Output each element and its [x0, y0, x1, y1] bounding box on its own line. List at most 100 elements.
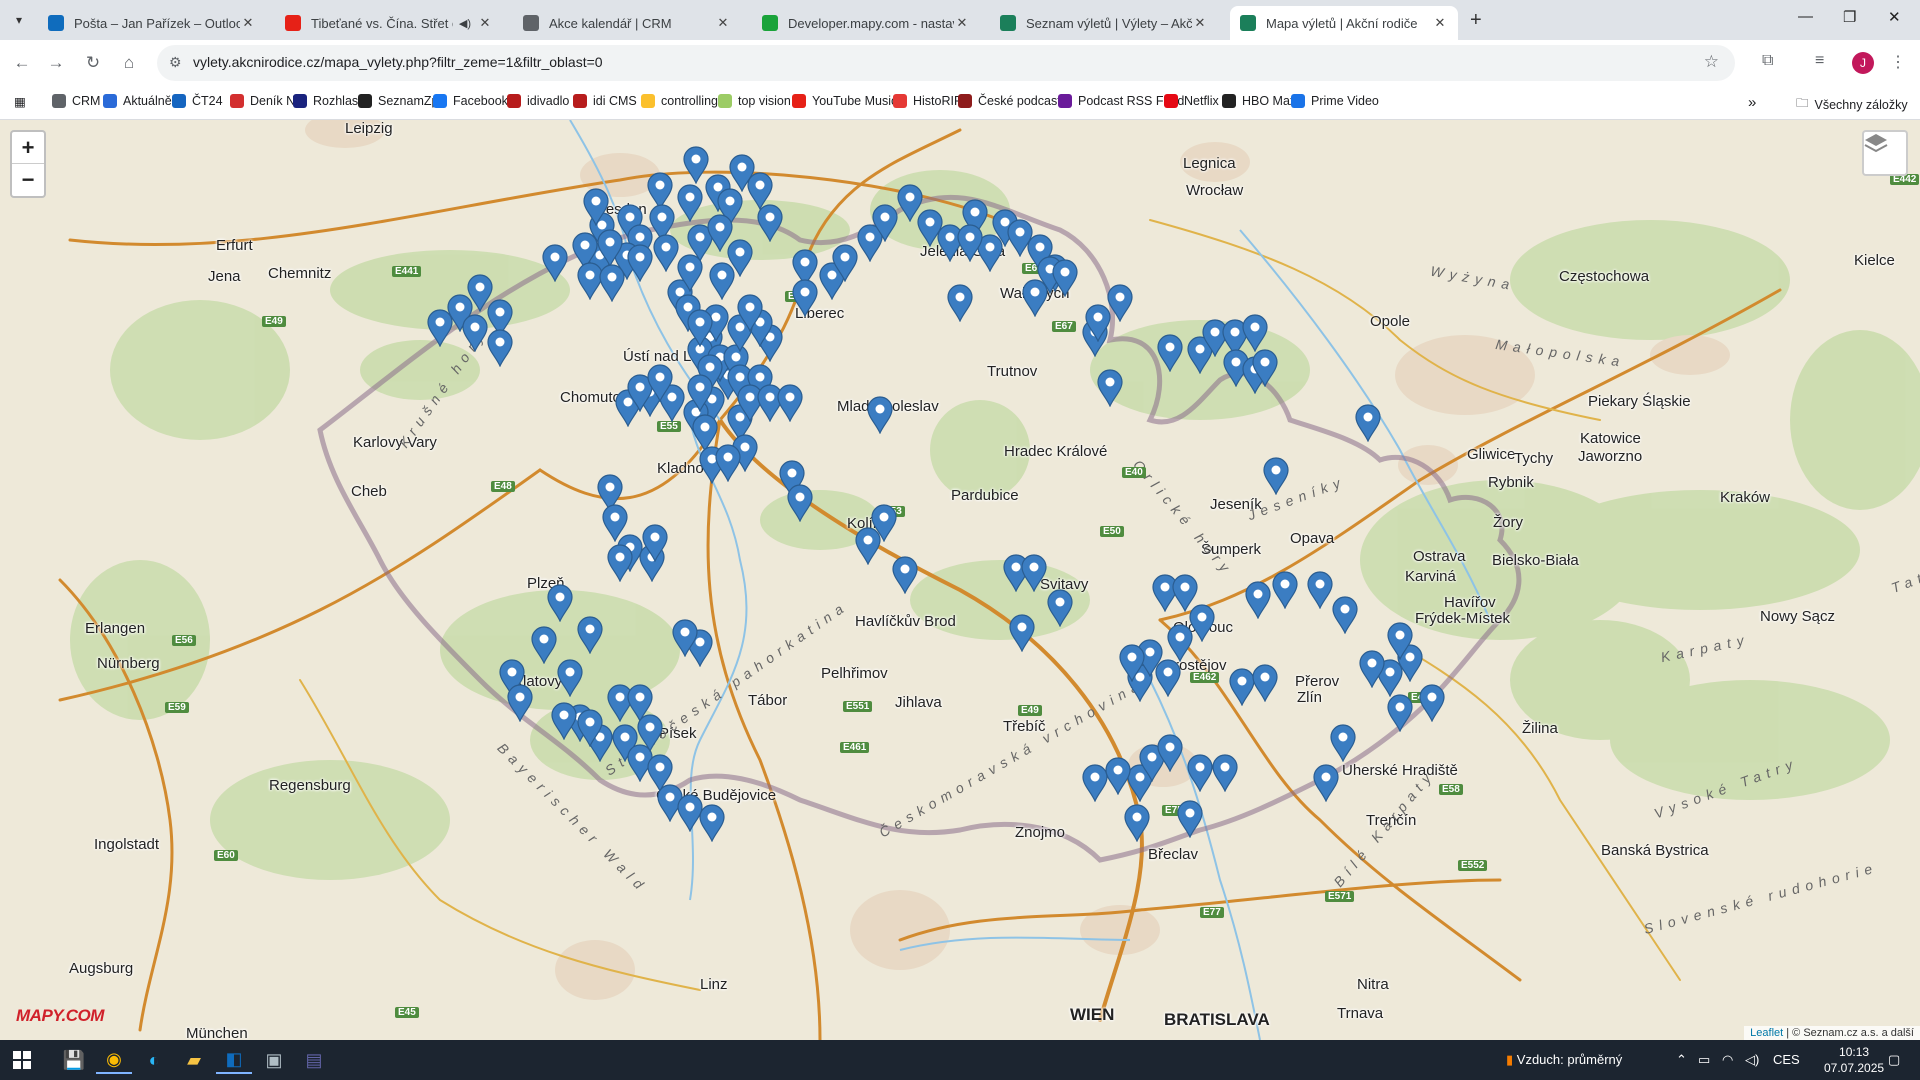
bookmark-item[interactable]: Rozhlas — [293, 94, 358, 108]
trip-marker-pin-icon[interactable] — [627, 244, 653, 282]
trip-marker-pin-icon[interactable] — [709, 262, 735, 300]
trip-marker-pin-icon[interactable] — [487, 329, 513, 367]
close-tab-icon[interactable]: ✕ — [954, 15, 970, 31]
bookmark-item[interactable]: SeznamZp — [358, 94, 438, 108]
bookmark-item[interactable]: top vision — [718, 94, 791, 108]
trip-marker-pin-icon[interactable] — [687, 374, 713, 412]
taskbar-app-button[interactable]: ▣ — [256, 1046, 292, 1074]
trip-marker-pin-icon[interactable] — [1332, 596, 1358, 634]
browser-tab[interactable]: Seznam výletů | Výlety – Akční ✕ — [990, 6, 1218, 40]
trip-marker-pin-icon[interactable] — [792, 279, 818, 317]
trip-marker-pin-icon[interactable] — [1167, 624, 1193, 662]
bookmark-item[interactable]: YouTube Music — [792, 94, 897, 108]
taskbar-app-button[interactable]: ◐ — [136, 1046, 172, 1074]
trip-marker-pin-icon[interactable] — [607, 544, 633, 582]
trip-marker-pin-icon[interactable] — [599, 264, 625, 302]
wifi-icon[interactable]: ◠ — [1722, 1052, 1733, 1068]
volume-icon[interactable]: ◁) — [1745, 1052, 1759, 1068]
clock[interactable]: 10:13 07.07.2025 — [1824, 1044, 1884, 1076]
close-tab-icon[interactable]: ✕ — [1192, 15, 1208, 31]
language-indicator[interactable]: CES — [1773, 1052, 1800, 1067]
trip-marker-pin-icon[interactable] — [637, 714, 663, 752]
zoom-out-button[interactable]: − — [12, 164, 44, 195]
bookmark-item[interactable]: Deník N — [230, 94, 295, 108]
trip-marker-pin-icon[interactable] — [957, 224, 983, 262]
trip-marker-pin-icon[interactable] — [787, 484, 813, 522]
home-button[interactable]: ⌂ — [117, 51, 141, 75]
notifications-icon[interactable]: ▢ — [1888, 1052, 1900, 1068]
media-controls-icon[interactable]: ≡ — [1815, 52, 1824, 70]
trip-marker-pin-icon[interactable] — [715, 444, 741, 482]
taskbar-app-button[interactable]: ◉ — [96, 1046, 132, 1074]
taskbar-app-button[interactable]: ▤ — [296, 1046, 332, 1074]
browser-tab[interactable]: Pošta – Jan Pařízek – Outlook ✕ — [38, 6, 266, 40]
bookmark-item[interactable]: Facebook — [433, 94, 508, 108]
bookmark-item[interactable]: HBO Max — [1222, 94, 1296, 108]
trip-marker-pin-icon[interactable] — [737, 294, 763, 332]
back-button[interactable]: ← — [10, 51, 34, 75]
trip-marker-pin-icon[interactable] — [1242, 314, 1268, 352]
trip-marker-pin-icon[interactable] — [1119, 644, 1145, 682]
trip-marker-pin-icon[interactable] — [1387, 622, 1413, 660]
taskbar-app-button[interactable]: ▰ — [176, 1046, 212, 1074]
start-button[interactable] — [4, 1046, 40, 1074]
trip-marker-pin-icon[interactable] — [551, 702, 577, 740]
layers-button[interactable] — [1862, 130, 1908, 176]
trip-marker-pin-icon[interactable] — [677, 254, 703, 292]
minimize-button[interactable]: — — [1798, 8, 1813, 25]
trip-marker-pin-icon[interactable] — [1021, 554, 1047, 592]
bookmark-item[interactable]: idi CMS — [573, 94, 637, 108]
trip-marker-pin-icon[interactable] — [1419, 684, 1445, 722]
trip-marker-pin-icon[interactable] — [1355, 404, 1381, 442]
bookmark-star-icon[interactable]: ☆ — [1704, 52, 1719, 72]
url-text[interactable]: vylety.akcnirodice.cz/mapa_vylety.php?fi… — [193, 54, 603, 70]
restore-button[interactable]: ❐ — [1843, 8, 1856, 26]
trip-marker-pin-icon[interactable] — [1124, 804, 1150, 842]
trip-marker-pin-icon[interactable] — [507, 684, 533, 722]
browser-tab[interactable]: Mapa výletů | Akční rodiče ✕ — [1230, 6, 1458, 40]
new-tab-button[interactable]: + — [1470, 9, 1482, 32]
bookmark-item[interactable]: HistoRIP — [893, 94, 962, 108]
tray-chevron-icon[interactable]: ⌃ — [1676, 1052, 1687, 1068]
reload-button[interactable]: ↻ — [81, 51, 105, 75]
trip-marker-pin-icon[interactable] — [1052, 259, 1078, 297]
trip-marker-pin-icon[interactable] — [557, 659, 583, 697]
weather-widget[interactable]: ▮ Vzduch: průměrný — [1506, 1052, 1622, 1068]
site-info-icon[interactable]: ⚙ — [169, 54, 182, 71]
taskbar-app-button[interactable]: 💾 — [56, 1046, 92, 1074]
profile-avatar[interactable]: J — [1852, 52, 1874, 74]
more-bookmarks-chevron-icon[interactable]: » — [1748, 94, 1756, 111]
speaker-icon[interactable]: ◀) — [459, 17, 471, 30]
trip-marker-pin-icon[interactable] — [1359, 650, 1385, 688]
bookmark-item[interactable]: ČT24 — [172, 94, 223, 108]
trip-marker-pin-icon[interactable] — [1307, 571, 1333, 609]
trip-marker-pin-icon[interactable] — [699, 804, 725, 842]
forward-button[interactable]: → — [44, 51, 68, 75]
trip-marker-pin-icon[interactable] — [1107, 284, 1133, 322]
close-tab-icon[interactable]: ✕ — [1432, 15, 1448, 31]
trip-marker-pin-icon[interactable] — [947, 284, 973, 322]
trip-marker-pin-icon[interactable] — [757, 204, 783, 242]
trip-marker-pin-icon[interactable] — [1157, 734, 1183, 772]
trip-marker-pin-icon[interactable] — [577, 709, 603, 747]
trip-marker-pin-icon[interactable] — [1313, 764, 1339, 802]
trip-marker-pin-icon[interactable] — [1212, 754, 1238, 792]
battery-icon[interactable]: ▭ — [1698, 1052, 1710, 1068]
trip-marker-pin-icon[interactable] — [1252, 664, 1278, 702]
tab-search-button[interactable]: ▾ — [8, 9, 30, 31]
close-tab-icon[interactable]: ✕ — [240, 15, 256, 31]
trip-marker-pin-icon[interactable] — [427, 309, 453, 347]
map-view[interactable]: Leipzig Dresden Erfurt Jena Chemnitz Legnica W… — [0, 120, 1920, 1040]
close-window-button[interactable]: ✕ — [1888, 8, 1901, 26]
bookmark-item[interactable]: České podcasty — [958, 94, 1067, 108]
all-bookmarks-folder[interactable]: 🗀 Všechny záložky — [1796, 94, 1908, 115]
trip-marker-pin-icon[interactable] — [647, 364, 673, 402]
bookmark-item[interactable]: idivadlo — [507, 94, 569, 108]
bookmark-item[interactable]: controlling — [641, 94, 718, 108]
trip-marker-pin-icon[interactable] — [1245, 581, 1271, 619]
trip-marker-pin-icon[interactable] — [583, 188, 609, 226]
trip-marker-pin-icon[interactable] — [672, 619, 698, 657]
trip-marker-pin-icon[interactable] — [1047, 589, 1073, 627]
trip-marker-pin-icon[interactable] — [531, 626, 557, 664]
bookmark-item[interactable]: CRM — [52, 94, 100, 108]
